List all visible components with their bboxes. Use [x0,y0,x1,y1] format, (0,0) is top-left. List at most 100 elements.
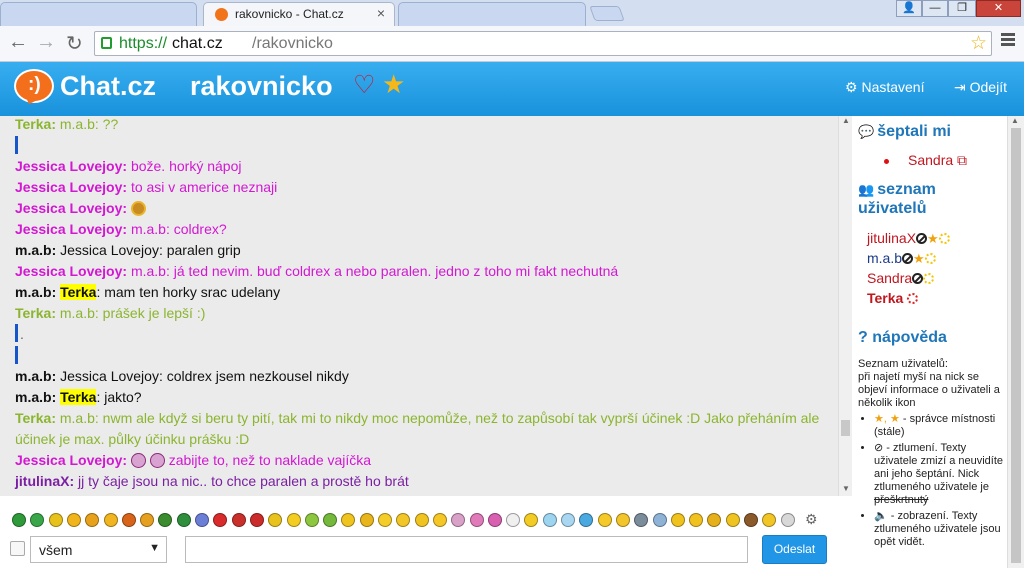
emoticon-icon[interactable] [12,513,26,527]
emoticon-icon[interactable] [487,513,502,527]
emoticon-icon[interactable] [396,513,411,527]
message-nick[interactable]: Jessica Lovejoy: [15,179,127,195]
emoticon-icon[interactable] [103,513,118,527]
emoticon-icon[interactable] [158,513,173,527]
mute-icon[interactable] [912,273,924,284]
emoticon-icon[interactable] [597,513,612,527]
bookmark-star-icon[interactable]: ☆ [970,32,987,55]
emoticon-icon[interactable] [762,513,777,527]
emoticon-icon[interactable] [744,513,758,527]
message-nick[interactable]: Jessica Lovejoy: [15,452,127,468]
mention-highlight[interactable]: Terka [60,389,97,405]
message-nick[interactable]: m.a.b: [15,242,56,258]
scroll-up-icon[interactable]: ▲ [1011,116,1019,125]
scrollbar-thumb[interactable] [1011,128,1021,563]
mute-icon[interactable] [902,253,914,264]
private-checkbox[interactable] [10,541,25,556]
emoticon-icon[interactable] [725,513,740,527]
message-nick[interactable]: Terka: [15,410,56,426]
sidebar-scrollbar[interactable]: ▲ [1007,116,1024,568]
mute-icon[interactable] [916,233,928,244]
emoticon-icon[interactable] [48,513,63,527]
user-list-item[interactable]: Sandra [867,270,935,286]
settings-link[interactable]: ⚙ Nastavení [845,79,925,96]
close-window-button[interactable]: ✕ [976,0,1021,17]
emoticon-icon[interactable] [195,513,209,527]
scroll-up-icon[interactable]: ▲ [842,116,850,125]
reload-icon[interactable]: ↻ [66,31,83,56]
room-star-icon[interactable]: ★ [382,69,405,100]
emoticon-icon[interactable] [780,513,795,527]
emoticon-icon[interactable] [524,513,539,527]
emoticon-icon[interactable] [414,513,429,527]
emoticon-icon[interactable] [432,513,447,527]
emoticon-icon[interactable] [615,513,630,527]
message-nick[interactable]: m.a.b: [15,368,56,384]
emoticon-icon[interactable] [121,513,136,527]
whisper-user[interactable]: Sandra ⧉ [908,152,967,169]
emoticon-icon[interactable] [323,513,338,527]
message-nick[interactable]: m.a.b: [15,389,56,405]
emoticon-icon[interactable] [469,513,484,527]
emoticon-settings-gear-icon[interactable]: ⚙ [805,511,818,528]
emoticon-icon[interactable] [451,513,466,527]
favorite-heart-icon[interactable]: ♡ [353,70,375,100]
logout-link[interactable]: ⇥ Odejít [954,79,1007,96]
emoticon-icon[interactable] [634,513,649,527]
emoticon-icon[interactable] [304,513,319,527]
scroll-down-icon[interactable]: ▼ [842,484,850,493]
minimize-button[interactable]: — [922,0,948,17]
scrollbar-thumb[interactable] [841,420,850,436]
message-scrollbar[interactable]: ▲ ▼ [838,116,852,496]
user-list-item-self[interactable]: Terka [867,290,919,306]
emoticon-icon[interactable] [689,513,704,527]
site-name[interactable]: Chat.cz [60,71,156,102]
emoticon-icon[interactable] [249,513,264,527]
message-nick[interactable]: jitulinaX: [15,473,74,489]
address-bar[interactable]: https:// chat.cz /rakovnicko ☆ [94,31,992,56]
message-nick[interactable]: Terka: [15,305,56,321]
emoticon-icon[interactable] [66,513,81,527]
recipient-select[interactable]: všem ▼ [30,536,167,563]
browser-tab-active[interactable]: rakovnicko - Chat.cz × [203,2,395,26]
message-nick[interactable]: Jessica Lovejoy: [15,221,127,237]
emoticon-icon[interactable] [579,513,594,527]
emoticon-icon[interactable] [542,513,557,527]
emoticon-icon[interactable] [213,513,228,527]
message-nick[interactable]: Jessica Lovejoy: [15,158,127,174]
emoticon-icon[interactable] [140,513,155,527]
message-nick[interactable]: Jessica Lovejoy: [15,263,127,279]
send-button[interactable]: Odeslat [762,535,827,564]
emoticon-icon[interactable] [30,513,45,527]
emoticon-icon[interactable] [561,513,575,527]
browser-menu-icon[interactable] [1001,33,1015,36]
emoticon-icon[interactable] [359,513,374,527]
forward-icon[interactable]: → [36,31,56,54]
mention-highlight[interactable]: Terka [60,284,97,300]
message-nick[interactable]: Jessica Lovejoy: [15,200,127,216]
emoticon-icon[interactable] [378,513,392,527]
emoticon-icon[interactable] [176,513,191,527]
restore-button[interactable]: ❐ [948,0,976,17]
emoticon-icon[interactable] [85,513,100,527]
tab-close-icon[interactable]: × [377,5,385,21]
emoticon-icon[interactable] [707,513,722,527]
profile-icon[interactable]: 👤 [896,0,922,17]
emoticon-icon[interactable] [506,513,521,527]
user-list-item[interactable]: jitulinaX ★ [867,230,950,247]
message-nick[interactable]: m.a.b: [15,284,56,300]
user-list-item[interactable]: m.a.b ★ [867,250,936,267]
new-tab-button[interactable] [589,6,625,21]
browser-tab-3[interactable] [398,2,586,26]
emoticon-icon[interactable] [670,513,685,527]
emoticon-icon[interactable] [341,513,356,527]
open-window-icon[interactable]: ⧉ [957,152,967,168]
emoticon-icon[interactable] [268,513,283,527]
back-icon[interactable]: ← [8,31,28,54]
browser-tab-1[interactable] [0,2,197,26]
chat-logo-icon[interactable]: :) [14,69,54,103]
emoticon-icon[interactable] [231,513,246,527]
emoticon-icon[interactable] [652,513,667,527]
message-input[interactable] [185,536,748,563]
emoticon-icon[interactable] [286,513,301,527]
